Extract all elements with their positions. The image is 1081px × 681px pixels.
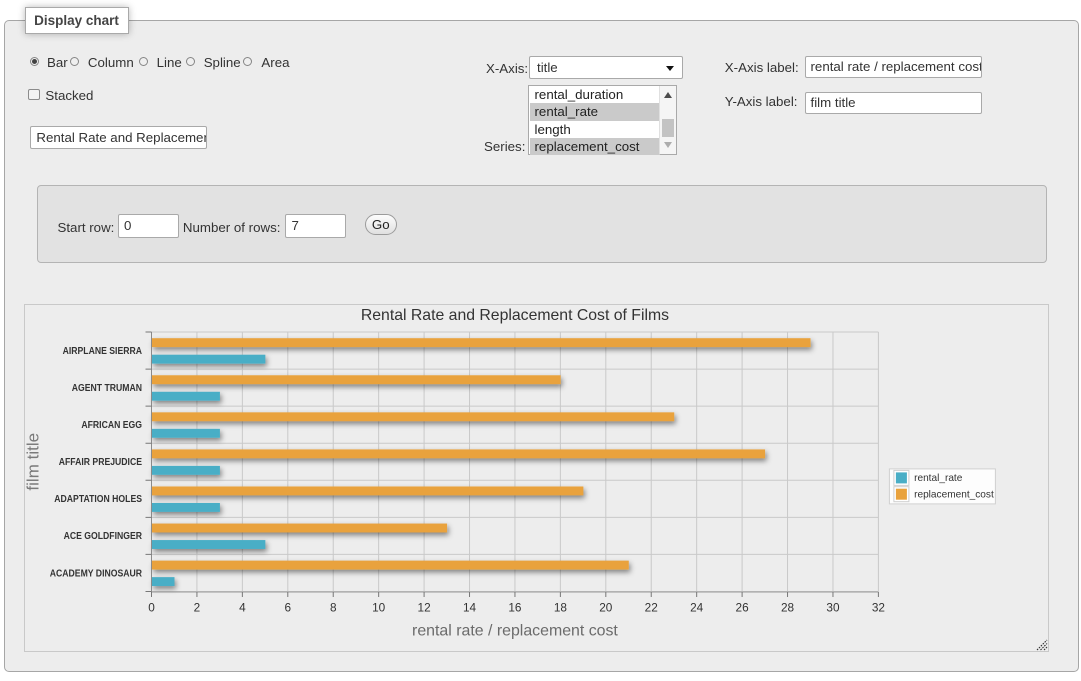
svg-text:ACE GOLDFINGER: ACE GOLDFINGER <box>64 530 143 541</box>
svg-text:2: 2 <box>194 600 201 614</box>
svg-text:AGENT TRUMAN: AGENT TRUMAN <box>72 382 142 393</box>
svg-text:6: 6 <box>285 600 292 614</box>
svg-text:AFRICAN EGG: AFRICAN EGG <box>81 419 142 430</box>
svg-text:22: 22 <box>645 600 658 614</box>
svg-text:8: 8 <box>330 600 337 614</box>
svg-text:rental_rate: rental_rate <box>914 473 963 484</box>
svg-text:20: 20 <box>599 600 613 614</box>
svg-text:0: 0 <box>148 600 155 614</box>
svg-text:AFFAIR PREJUDICE: AFFAIR PREJUDICE <box>59 456 142 467</box>
svg-text:Rental Rate and Replacement Co: Rental Rate and Replacement Cost of Film… <box>361 307 669 324</box>
svg-text:4: 4 <box>239 600 246 614</box>
svg-text:ADAPTATION HOLES: ADAPTATION HOLES <box>54 493 142 504</box>
svg-text:14: 14 <box>463 600 477 614</box>
svg-text:rental rate / replacement cost: rental rate / replacement cost <box>412 622 618 639</box>
svg-text:16: 16 <box>508 600 522 614</box>
svg-text:film title: film title <box>25 432 43 490</box>
svg-text:AIRPLANE SIERRA: AIRPLANE SIERRA <box>63 345 143 356</box>
svg-text:replacement_cost: replacement_cost <box>914 489 994 500</box>
svg-text:28: 28 <box>781 600 795 614</box>
svg-text:18: 18 <box>554 600 568 614</box>
svg-text:10: 10 <box>372 600 386 614</box>
svg-text:26: 26 <box>736 600 750 614</box>
svg-text:32: 32 <box>872 600 885 614</box>
svg-text:30: 30 <box>826 600 840 614</box>
svg-text:24: 24 <box>690 600 704 614</box>
svg-text:ACADEMY DINOSAUR: ACADEMY DINOSAUR <box>50 567 142 578</box>
svg-text:12: 12 <box>418 600 431 614</box>
